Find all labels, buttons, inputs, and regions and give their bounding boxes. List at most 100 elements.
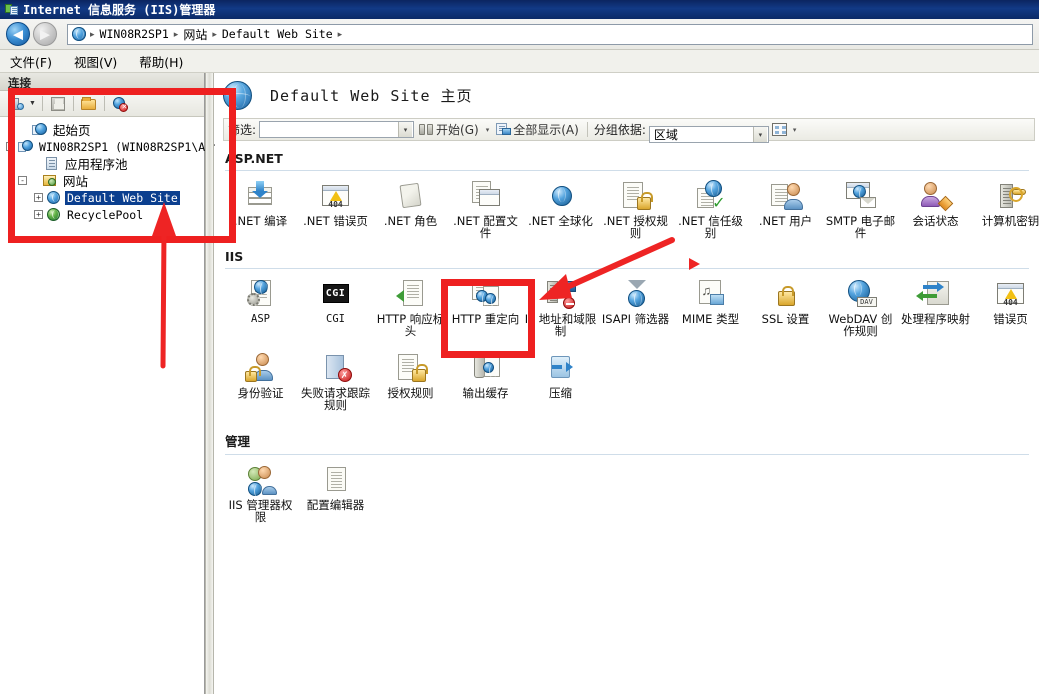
tile-net-trust-levels[interactable]: ✓ .NET 信任级别 [673, 177, 748, 239]
tile-label: 压缩 [549, 386, 572, 400]
navigation-bar: ◀ ▶ ▸ WIN08R2SP1 ▸ 网站 ▸ Default Web Site… [0, 19, 1039, 50]
tile-webdav-authoring-rules[interactable]: DAV WebDAV 创作规则 [823, 275, 898, 337]
tile-http-redirect[interactable]: HTTP 重定向 [448, 275, 523, 337]
breadcrumb-separator: ▸ [212, 28, 217, 39]
back-arrow-icon: ◀ [13, 26, 23, 42]
tile-label: .NET 全球化 [528, 214, 593, 228]
tile-configuration-editor[interactable]: 配置编辑器 [298, 461, 373, 523]
tile-net-compilation[interactable]: .NET 编译 [223, 177, 298, 239]
net-roles-icon [394, 179, 428, 213]
view-mode-icon[interactable] [771, 122, 788, 137]
chevron-down-icon[interactable]: ▼ [29, 100, 36, 107]
tile-net-error-pages[interactable]: 404 .NET 错误页 [298, 177, 373, 239]
tile-iis-manager-permissions[interactable]: IIS 管理器权限 [223, 461, 298, 523]
open-folder-icon[interactable] [80, 95, 98, 113]
chevron-down-icon[interactable]: ▾ [752, 127, 767, 142]
tree-item-sites[interactable]: - 网站 [4, 172, 204, 189]
tile-asp[interactable]: ASP [223, 275, 298, 337]
tile-label: .NET 授权规则 [603, 214, 668, 240]
chevron-down-icon[interactable]: ▾ [398, 122, 413, 137]
tile-label: 输出缓存 [462, 386, 509, 400]
forward-arrow-icon: ▶ [40, 26, 50, 42]
ssl-settings-icon [769, 277, 803, 311]
tile-output-caching[interactable]: 输出缓存 [448, 349, 523, 411]
configuration-editor-icon [319, 463, 353, 497]
tile-mime-types[interactable]: MIME 类型 [673, 275, 748, 337]
tile-smtp-email[interactable]: SMTP 电子邮件 [823, 177, 898, 239]
tile-label: .NET 编译 [233, 214, 288, 228]
panel-splitter[interactable] [205, 73, 214, 694]
breadcrumb-item-sites[interactable]: 网站 [180, 26, 210, 43]
toolbar-divider [41, 96, 43, 111]
breadcrumb-item-server[interactable]: WIN08R2SP1 [97, 27, 172, 41]
authorization-rules-icon [394, 351, 428, 385]
tile-label: 错误页 [993, 312, 1028, 326]
output-caching-icon [469, 351, 503, 385]
tile-label: .NET 用户 [758, 214, 813, 228]
expander-expand-icon[interactable]: + [34, 210, 43, 219]
tile-cgi[interactable]: CGI CGI [298, 275, 373, 337]
show-all-button[interactable]: 全部显示(A) [494, 121, 581, 138]
disconnect-icon[interactable] [111, 95, 129, 113]
tile-authentication[interactable]: 身份验证 [223, 349, 298, 411]
tile-label: 会话状态 [912, 214, 959, 228]
chevron-down-icon[interactable]: ▾ [484, 126, 492, 134]
group-divider [225, 170, 1029, 171]
tile-failed-request-tracing-rules[interactable]: ✗ 失败请求跟踪规则 [298, 349, 373, 411]
tile-net-profile[interactable]: .NET 配置文件 [448, 177, 523, 239]
start-filter-button[interactable]: 开始(G) [417, 121, 481, 138]
net-trust-levels-icon: ✓ [694, 179, 728, 213]
asp-icon [244, 277, 278, 311]
filter-input[interactable]: ▾ [259, 121, 415, 138]
breadcrumb-separator: ▸ [337, 28, 343, 39]
tile-machine-key[interactable]: 计算机密钥 [973, 177, 1039, 239]
tree-item-server[interactable]: - WIN08R2SP1 (WIN08R2SP1\Adm [4, 138, 219, 155]
tile-net-users[interactable]: .NET 用户 [748, 177, 823, 239]
tile-label: SSL 设置 [761, 312, 810, 326]
session-state-icon [919, 179, 953, 213]
expander-expand-icon[interactable]: + [34, 193, 43, 202]
forward-button[interactable]: ▶ [33, 22, 57, 46]
tile-handler-mappings[interactable]: 处理程序映射 [898, 275, 973, 337]
tile-net-roles[interactable]: .NET 角色 [373, 177, 448, 239]
tree-item-default-web-site[interactable]: + Default Web Site [4, 189, 204, 206]
group-by-select[interactable]: 区域 ▾ [648, 126, 769, 143]
tile-label: 配置编辑器 [306, 498, 365, 512]
tile-http-response-headers[interactable]: HTTP 响应标头 [373, 275, 448, 337]
tree-item-start-page[interactable]: 起始页 [4, 121, 204, 138]
breadcrumb-item-default-web-site[interactable]: Default Web Site [219, 27, 336, 41]
tile-ip-address-domain-restrictions[interactable]: IP 地址和域限制 [523, 275, 598, 337]
chevron-down-icon[interactable]: ▾ [791, 126, 799, 134]
save-icon[interactable] [49, 95, 67, 113]
group-tiles: .NET 编译 404 .NET 错误页 .NET 角色 .NET 配置文件 .… [215, 177, 1039, 239]
tile-session-state[interactable]: 会话状态 [898, 177, 973, 239]
tile-label: 授权规则 [387, 386, 434, 400]
group-divider [225, 454, 1029, 455]
tile-label: 计算机密钥 [981, 214, 1039, 228]
tile-label: CGI [326, 313, 345, 325]
connections-toolbar: ▼ [0, 91, 204, 117]
tile-net-authorization-rules[interactable]: .NET 授权规则 [598, 177, 673, 239]
tile-error-pages[interactable]: 404 错误页 [973, 275, 1039, 337]
menu-item-file[interactable]: 文件(F) [10, 52, 52, 71]
start-filter-label: 开始(G) [436, 123, 479, 137]
tile-net-globalization[interactable]: .NET 全球化 [523, 177, 598, 239]
tree-item-application-pools[interactable]: 应用程序池 [4, 155, 204, 172]
menu-item-help[interactable]: 帮助(H) [139, 52, 183, 71]
expander-collapse-icon[interactable]: - [6, 142, 15, 151]
new-connection-icon[interactable] [8, 95, 26, 113]
menu-item-view[interactable]: 视图(V) [74, 52, 117, 71]
breadcrumb-separator: ▸ [90, 28, 95, 39]
tile-compression[interactable]: 压缩 [523, 349, 598, 411]
tile-label: .NET 配置文件 [453, 214, 518, 240]
tile-isapi-filters[interactable]: ISAPI 筛选器 [598, 275, 673, 337]
iis-manager-icon [4, 2, 19, 17]
back-button[interactable]: ◀ [6, 22, 30, 46]
breadcrumb[interactable]: ▸ WIN08R2SP1 ▸ 网站 ▸ Default Web Site ▸ [67, 23, 1033, 45]
net-compilation-icon [244, 179, 278, 213]
expander-collapse-icon[interactable]: - [18, 176, 27, 185]
failed-request-tracing-rules-icon: ✗ [319, 351, 353, 385]
tile-authorization-rules[interactable]: 授权规则 [373, 349, 448, 411]
tree-item-recyclepool[interactable]: + RecyclePool [4, 206, 204, 223]
tile-ssl-settings[interactable]: SSL 设置 [748, 275, 823, 337]
